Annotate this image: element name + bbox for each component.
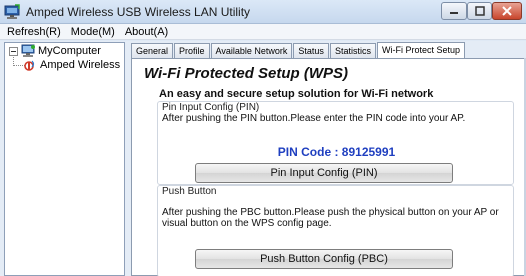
network-monitor-icon	[4, 4, 20, 20]
pin-code-value: PIN Code : 89125991	[277, 145, 396, 159]
push-button-group: Push Button After pushing the PBC button…	[157, 185, 514, 276]
tab-general[interactable]: General	[131, 43, 174, 58]
computer-icon	[21, 44, 35, 58]
push-button-config-button[interactable]: Push Button Config (PBC)	[195, 249, 453, 269]
tab-available-network[interactable]: Available Network	[210, 43, 293, 58]
pbc-group-description: After pushing the PBC button.Please push…	[162, 207, 499, 229]
tab-profile[interactable]: Profile	[174, 43, 210, 58]
menu-bar: Refresh(R) Mode(M) About(A)	[0, 24, 526, 40]
pbc-group-title: Push Button	[162, 186, 219, 197]
tree-item-adapter-label: Amped Wireless	[40, 59, 121, 71]
wireless-adapter-icon	[23, 58, 37, 72]
maximize-button[interactable]	[467, 2, 492, 20]
client-area: MyComputer Amped Wireless General Profil…	[0, 41, 526, 276]
menu-mode[interactable]: Mode(M)	[66, 26, 120, 38]
tab-status[interactable]: Status	[293, 43, 329, 58]
close-button[interactable]	[492, 2, 522, 20]
pin-config-group: Pin Input Config (PIN) After pushing the…	[157, 101, 514, 185]
minimize-icon	[450, 12, 458, 14]
title-bar[interactable]: Amped Wireless USB Wireless LAN Utility	[0, 0, 526, 24]
page-title: Wi-Fi Protected Setup (WPS)	[144, 65, 349, 82]
tree-item-mycomputer-label: MyComputer	[38, 45, 101, 57]
close-icon	[502, 6, 512, 16]
app-window: Amped Wireless USB Wireless LAN Utility …	[0, 0, 526, 276]
pin-input-config-button[interactable]: Pin Input Config (PIN)	[195, 163, 453, 183]
pin-group-title: Pin Input Config (PIN)	[162, 102, 262, 113]
menu-refresh[interactable]: Refresh(R)	[2, 26, 66, 38]
maximize-icon	[474, 6, 485, 16]
pin-group-description: After pushing the PIN button.Please ente…	[162, 113, 466, 124]
minimize-button[interactable]	[441, 2, 467, 20]
device-tree[interactable]: MyComputer Amped Wireless	[4, 42, 125, 276]
page-subtitle: An easy and secure setup solution for Wi…	[159, 88, 434, 100]
window-title: Amped Wireless USB Wireless LAN Utility	[26, 5, 251, 19]
tab-wifi-protect-setup[interactable]: Wi-Fi Protect Setup	[376, 42, 465, 59]
tab-strip: General Profile Available Network Status…	[131, 41, 466, 59]
menu-about[interactable]: About(A)	[120, 26, 173, 38]
wps-panel: Wi-Fi Protected Setup (WPS) An easy and …	[131, 58, 526, 276]
collapse-icon[interactable]	[9, 46, 18, 56]
tree-item-adapter[interactable]: Amped Wireless	[23, 57, 120, 73]
tab-statistics[interactable]: Statistics	[329, 43, 376, 58]
